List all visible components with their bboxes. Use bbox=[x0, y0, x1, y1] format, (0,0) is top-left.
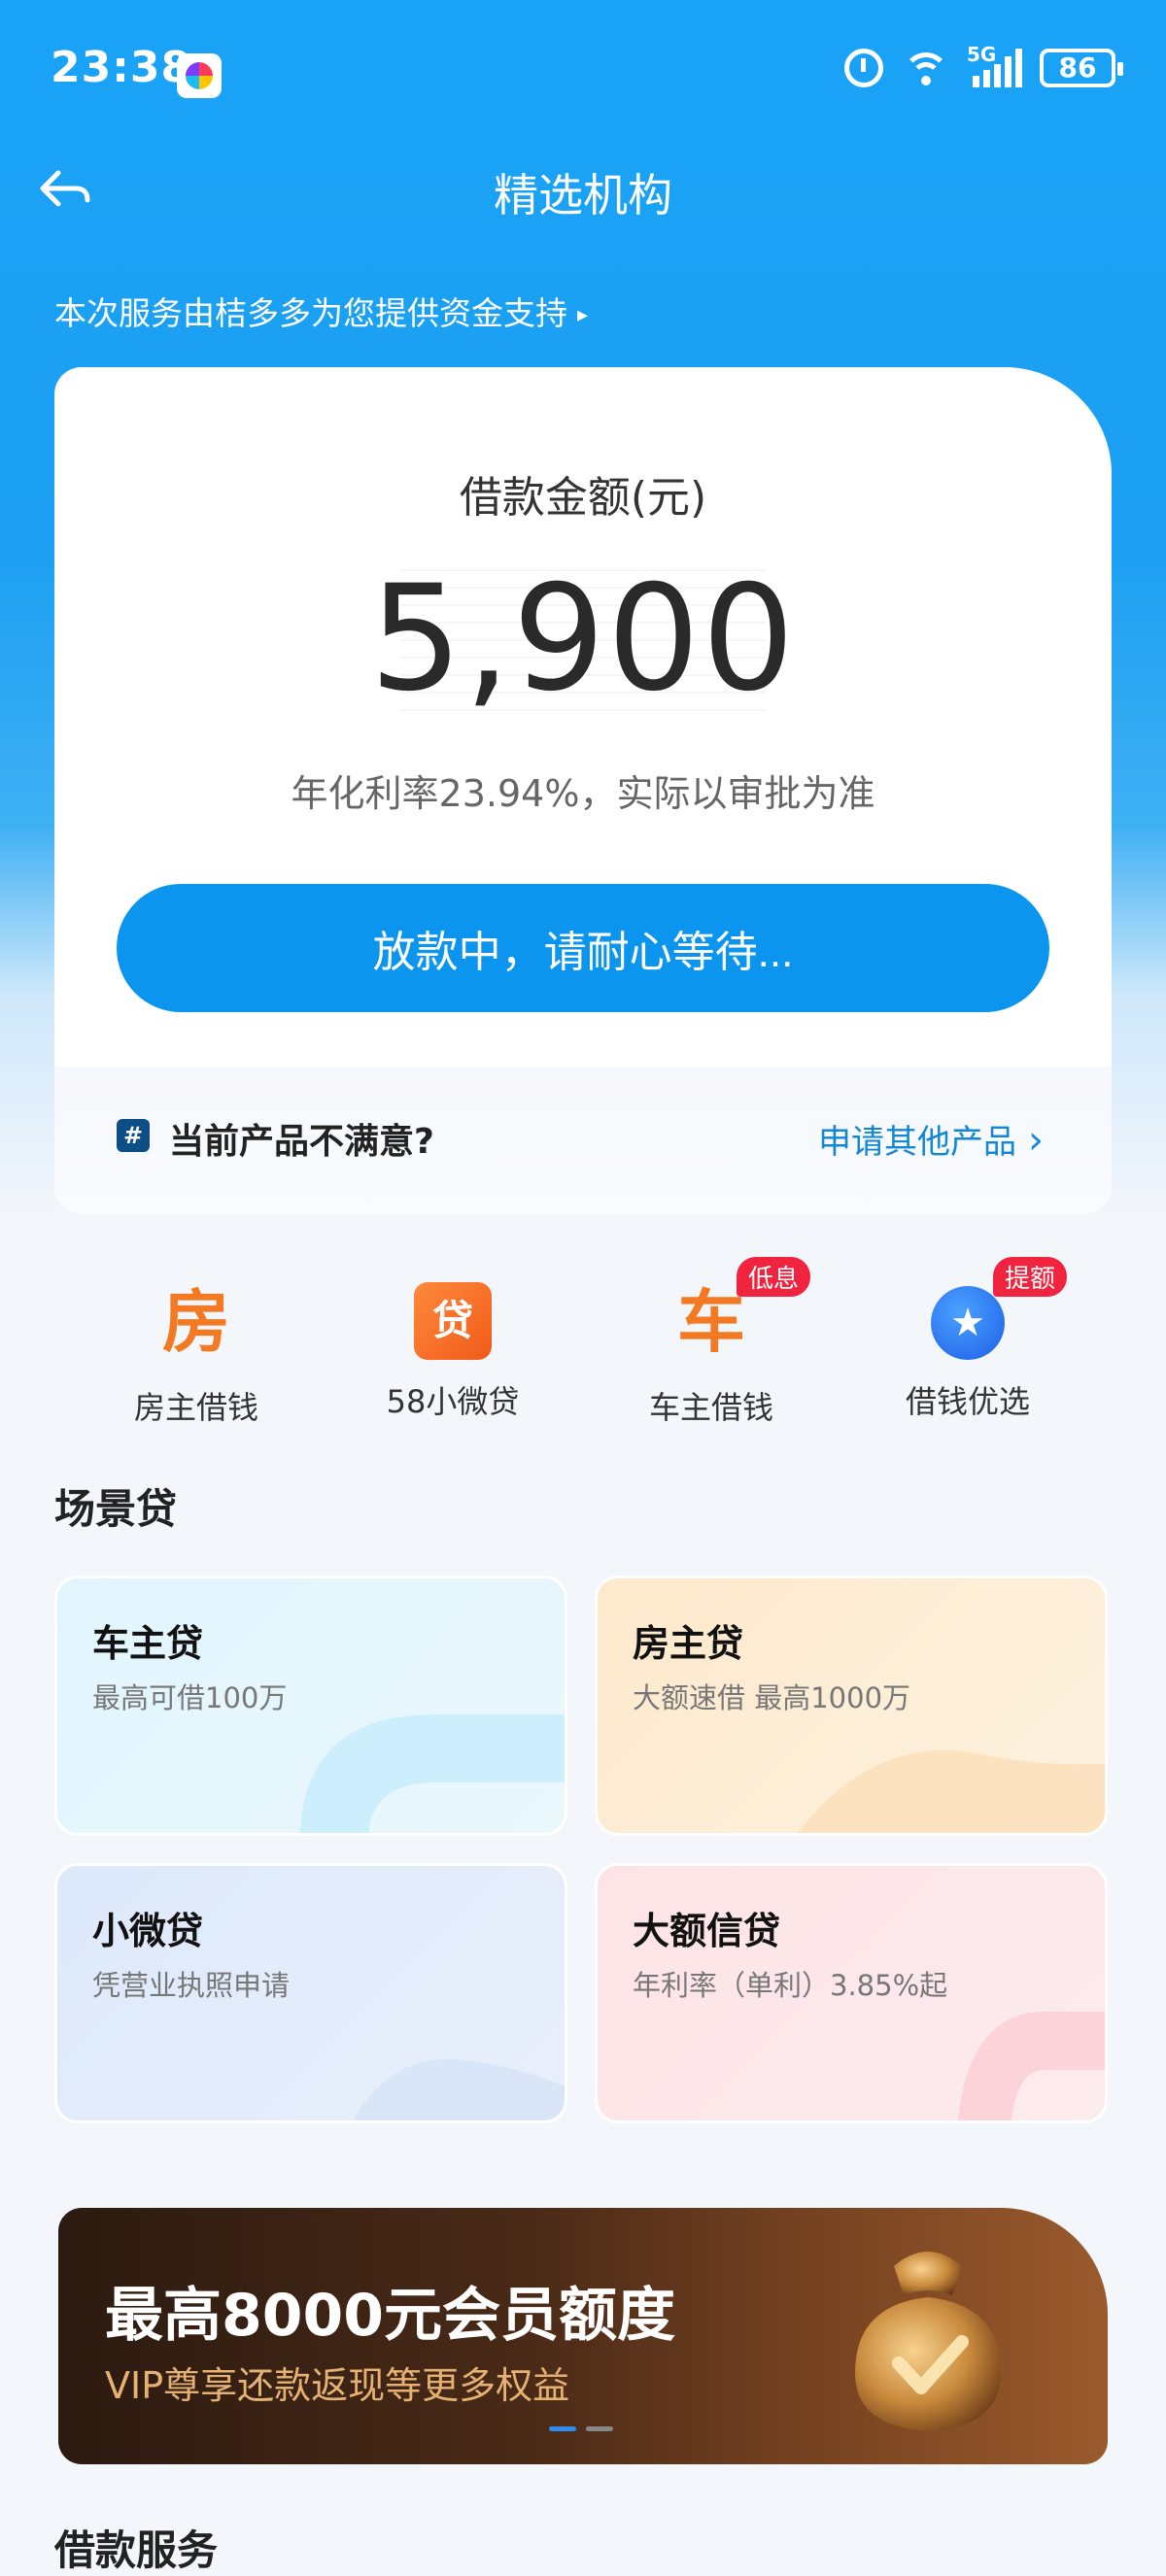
status-icons: 5G 86 bbox=[844, 43, 1123, 87]
scene-card-subtitle: 凭营业执照申请 bbox=[92, 1969, 291, 2002]
loan-services-title: 借款服务 bbox=[54, 2526, 219, 2574]
loan-amount: 5,900 bbox=[369, 555, 797, 724]
funding-note-link[interactable]: 本次服务由桔多多为您提供资金支持 ▸ bbox=[54, 288, 588, 334]
money-bag-icon bbox=[855, 2252, 1001, 2431]
chevron-right-icon: ▸ bbox=[577, 303, 589, 327]
alarm-icon bbox=[844, 49, 883, 87]
apply-other-products-link[interactable]: 申请其他产品 › bbox=[818, 1115, 1044, 1163]
interest-rate-note: 年化利率23.94%，实际以审批为准 bbox=[291, 772, 875, 815]
vip-banner[interactable]: 最高8000元会员额度 VIP尊享还款返现等更多权益 bbox=[58, 2208, 1108, 2464]
status-time: 23:38 bbox=[51, 43, 192, 92]
chevron-right-icon: › bbox=[1028, 1118, 1044, 1163]
card-footer: # 当前产品不满意? 申请其他产品 › bbox=[54, 1067, 1112, 1214]
hash-tag-icon: # bbox=[117, 1119, 150, 1152]
low-interest-badge: 低息 bbox=[737, 1257, 811, 1297]
funding-note-text: 本次服务由桔多多为您提供资金支持 bbox=[54, 294, 567, 332]
scene-card-title: 大额信贷 bbox=[633, 1910, 781, 1952]
quick-entry-58-micro-loan[interactable]: 贷 58小微贷 bbox=[346, 1263, 560, 1422]
decorative-shape bbox=[798, 1750, 1105, 1833]
scene-card-title: 车主贷 bbox=[92, 1622, 204, 1665]
scene-card-subtitle: 年利率（单利）3.85%起 bbox=[633, 1969, 948, 2002]
decorative-shape bbox=[957, 2012, 1105, 2120]
scene-card-micro-loan[interactable]: 小微贷 凭营业执照申请 bbox=[54, 1863, 567, 2123]
apply-other-products-label: 申请其他产品 bbox=[818, 1123, 1016, 1162]
scene-card-car-owner[interactable]: 车主贷 最高可借100万 bbox=[54, 1576, 567, 1836]
quick-entry-house-loan[interactable]: 房 房主借钱 bbox=[89, 1263, 303, 1428]
scene-card-subtitle: 大额速借 最高1000万 bbox=[633, 1681, 911, 1714]
quick-entry-label: 车主借钱 bbox=[648, 1389, 773, 1426]
star-icon: ★ bbox=[931, 1286, 1005, 1360]
scene-loans-title: 场景贷 bbox=[54, 1485, 178, 1533]
quick-entry-row: 房 房主借钱 贷 58小微贷 车 低息 车主借钱 ★ 提额 借钱优选 bbox=[54, 1257, 1112, 1428]
loan-status-card: 借款金额(元) 5,900 年化利率23.94%，实际以审批为准 放款中，请耐心… bbox=[54, 367, 1112, 1214]
signal-icon: 5G bbox=[967, 43, 1022, 87]
page-title: 精选机构 bbox=[494, 169, 672, 221]
decorative-shape bbox=[300, 1714, 565, 1833]
amount-label: 借款金额(元) bbox=[459, 473, 707, 523]
vip-banner-title: 最高8000元会员额度 bbox=[105, 2282, 675, 2350]
limit-increase-badge: 提额 bbox=[993, 1257, 1068, 1297]
quick-entry-car-loan[interactable]: 车 低息 车主借钱 bbox=[604, 1257, 818, 1428]
carousel-indicator bbox=[549, 2426, 613, 2431]
loan-icon: 贷 bbox=[414, 1282, 492, 1360]
unsatisfied-prompt: 当前产品不满意? bbox=[169, 1122, 434, 1162]
scene-card-home-owner[interactable]: 房主贷 大额速借 最高1000万 bbox=[595, 1576, 1108, 1836]
scene-card-title: 小微贷 bbox=[92, 1910, 204, 1952]
quick-entry-loan-preferred[interactable]: ★ 提额 借钱优选 bbox=[861, 1257, 1075, 1422]
battery-icon: 86 bbox=[1040, 49, 1123, 87]
scene-card-subtitle: 最高可借100万 bbox=[92, 1681, 288, 1714]
vip-banner-subtitle: VIP尊享还款返现等更多权益 bbox=[105, 2364, 570, 2407]
decorative-shape bbox=[353, 2058, 565, 2120]
quick-entry-label: 58小微贷 bbox=[386, 1383, 520, 1420]
disbursing-status-button[interactable]: 放款中，请耐心等待... bbox=[117, 884, 1049, 1012]
quick-entry-label: 借钱优选 bbox=[905, 1383, 1030, 1420]
scene-card-large-credit[interactable]: 大额信贷 年利率（单利）3.85%起 bbox=[595, 1863, 1108, 2123]
app-notification-icon bbox=[177, 53, 222, 98]
scene-card-title: 房主贷 bbox=[633, 1622, 744, 1665]
quick-entry-label: 房主借钱 bbox=[133, 1389, 258, 1426]
house-icon: 房 bbox=[162, 1282, 230, 1362]
wifi-icon bbox=[901, 49, 951, 87]
network-type: 5G bbox=[967, 43, 997, 66]
status-bar: 23:38 5G 86 bbox=[0, 0, 1166, 146]
